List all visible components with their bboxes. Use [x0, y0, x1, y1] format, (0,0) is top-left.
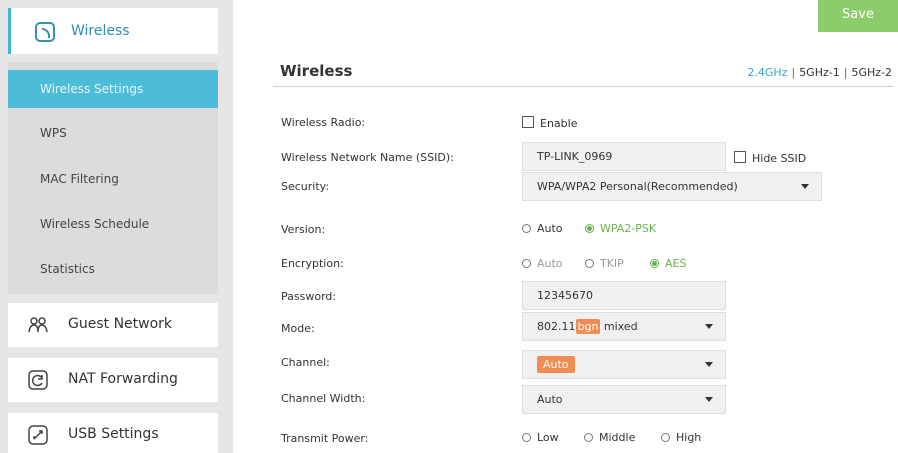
- password-input[interactable]: 12345670: [522, 281, 726, 310]
- channel-width-select[interactable]: Auto: [522, 385, 726, 414]
- radio-circle: [650, 259, 659, 268]
- security-select[interactable]: WPA/WPA2 Personal(Recommended): [522, 172, 822, 201]
- mode-label: Mode:: [281, 322, 315, 335]
- sidebar-item-label: USB Settings: [68, 426, 159, 442]
- submenu-item-wps[interactable]: WPS: [8, 114, 218, 152]
- radio-circle: [661, 433, 670, 442]
- radio-label: High: [676, 431, 702, 444]
- radio-circle: [522, 224, 531, 233]
- chevron-down-icon: [705, 397, 713, 402]
- band-separator: |: [843, 66, 848, 79]
- radio-label: Middle: [599, 431, 636, 444]
- chevron-down-icon: [801, 184, 809, 189]
- transmit-power-label: Transmit Power:: [281, 432, 369, 445]
- enable-radio-checkbox[interactable]: Enable: [522, 116, 577, 130]
- sidebar-item-nat-forwarding[interactable]: NAT Forwarding: [8, 358, 218, 402]
- encryption-label: Encryption:: [281, 257, 344, 270]
- submenu-item-wireless-schedule[interactable]: Wireless Schedule: [8, 205, 218, 243]
- page-title: Wireless: [280, 62, 353, 80]
- hide-ssid-checkbox[interactable]: Hide SSID: [734, 151, 806, 165]
- band-tab-5ghz-1[interactable]: 5GHz-1: [799, 66, 840, 79]
- channel-width-label: Channel Width:: [281, 392, 366, 405]
- encryption-aes-radio[interactable]: AES: [650, 257, 686, 270]
- version-wpa2-psk-radio[interactable]: WPA2-PSK: [585, 222, 656, 235]
- checkbox-box: [522, 116, 534, 128]
- version-label: Version:: [281, 223, 326, 236]
- submenu-item-statistics[interactable]: Statistics: [8, 250, 218, 288]
- sidebar-item-label: Guest Network: [68, 316, 173, 332]
- power-high-radio[interactable]: High: [661, 431, 701, 444]
- radio-circle: [584, 433, 593, 442]
- channel-value: Auto: [537, 356, 575, 373]
- radio-label: AES: [665, 257, 687, 270]
- radio-circle: [585, 259, 594, 268]
- radio-circle: [522, 433, 531, 442]
- sidebar-item-wireless[interactable]: Wireless: [8, 8, 218, 54]
- submenu-item-mac-filtering[interactable]: MAC Filtering: [8, 160, 218, 198]
- nat-forwarding-icon: [28, 370, 48, 390]
- band-selector: 2.4GHz | 5GHz-1 | 5GHz-2: [747, 66, 892, 79]
- mode-value-highlight: bgn: [575, 319, 601, 334]
- sidebar-item-label: NAT Forwarding: [68, 371, 178, 387]
- sidebar-item-guest-network[interactable]: Guest Network: [8, 303, 218, 347]
- mode-value-suffix: mixed: [600, 320, 638, 333]
- ssid-label: Wireless Network Name (SSID):: [281, 151, 454, 164]
- encryption-tkip-radio[interactable]: TKIP: [585, 257, 624, 270]
- sidebar: Wireless Wireless Settings WPS MAC Filte…: [0, 0, 233, 453]
- encryption-auto-radio[interactable]: Auto: [522, 257, 563, 270]
- radio-circle: [585, 224, 594, 233]
- checkbox-box: [734, 151, 746, 163]
- checkbox-label: Hide SSID: [752, 152, 807, 165]
- radio-label: WPA2-PSK: [600, 222, 657, 235]
- ssid-input[interactable]: TP-LINK_0969: [522, 142, 726, 171]
- power-low-radio[interactable]: Low: [522, 431, 559, 444]
- mode-select[interactable]: 802.11 bgn mixed: [522, 312, 726, 341]
- security-value: WPA/WPA2 Personal(Recommended): [537, 180, 738, 193]
- chevron-down-icon: [705, 324, 713, 329]
- checkbox-label: Enable: [540, 117, 578, 130]
- power-middle-radio[interactable]: Middle: [584, 431, 635, 444]
- version-auto-radio[interactable]: Auto: [522, 222, 563, 235]
- guest-network-icon: [28, 317, 48, 333]
- radio-label: Low: [537, 431, 559, 444]
- wireless-icon: [35, 22, 55, 42]
- divider: [273, 86, 893, 87]
- security-label: Security:: [281, 180, 330, 193]
- radio-label: Auto: [537, 222, 563, 235]
- radio-label: Auto: [537, 257, 563, 270]
- radio-circle: [522, 259, 531, 268]
- channel-select[interactable]: Auto: [522, 350, 726, 379]
- band-tab-2-4ghz[interactable]: 2.4GHz: [747, 66, 787, 79]
- sidebar-item-label: Wireless: [71, 23, 130, 39]
- band-tab-5ghz-2[interactable]: 5GHz-2: [851, 66, 892, 79]
- wireless-radio-label: Wireless Radio:: [281, 116, 366, 129]
- mode-value-prefix: 802.11: [537, 320, 576, 333]
- save-button[interactable]: Save: [818, 0, 898, 32]
- chevron-down-icon: [705, 362, 713, 367]
- channel-label: Channel:: [281, 356, 330, 369]
- usb-settings-icon: [28, 425, 48, 445]
- radio-label: TKIP: [600, 257, 624, 270]
- submenu-item-wireless-settings[interactable]: Wireless Settings: [8, 70, 218, 108]
- channel-width-value: Auto: [537, 393, 563, 406]
- wireless-submenu: Wireless Settings WPS MAC Filtering Wire…: [8, 62, 218, 294]
- sidebar-item-usb-settings[interactable]: USB Settings: [8, 413, 218, 453]
- band-separator: |: [791, 66, 796, 79]
- password-label: Password:: [281, 290, 337, 303]
